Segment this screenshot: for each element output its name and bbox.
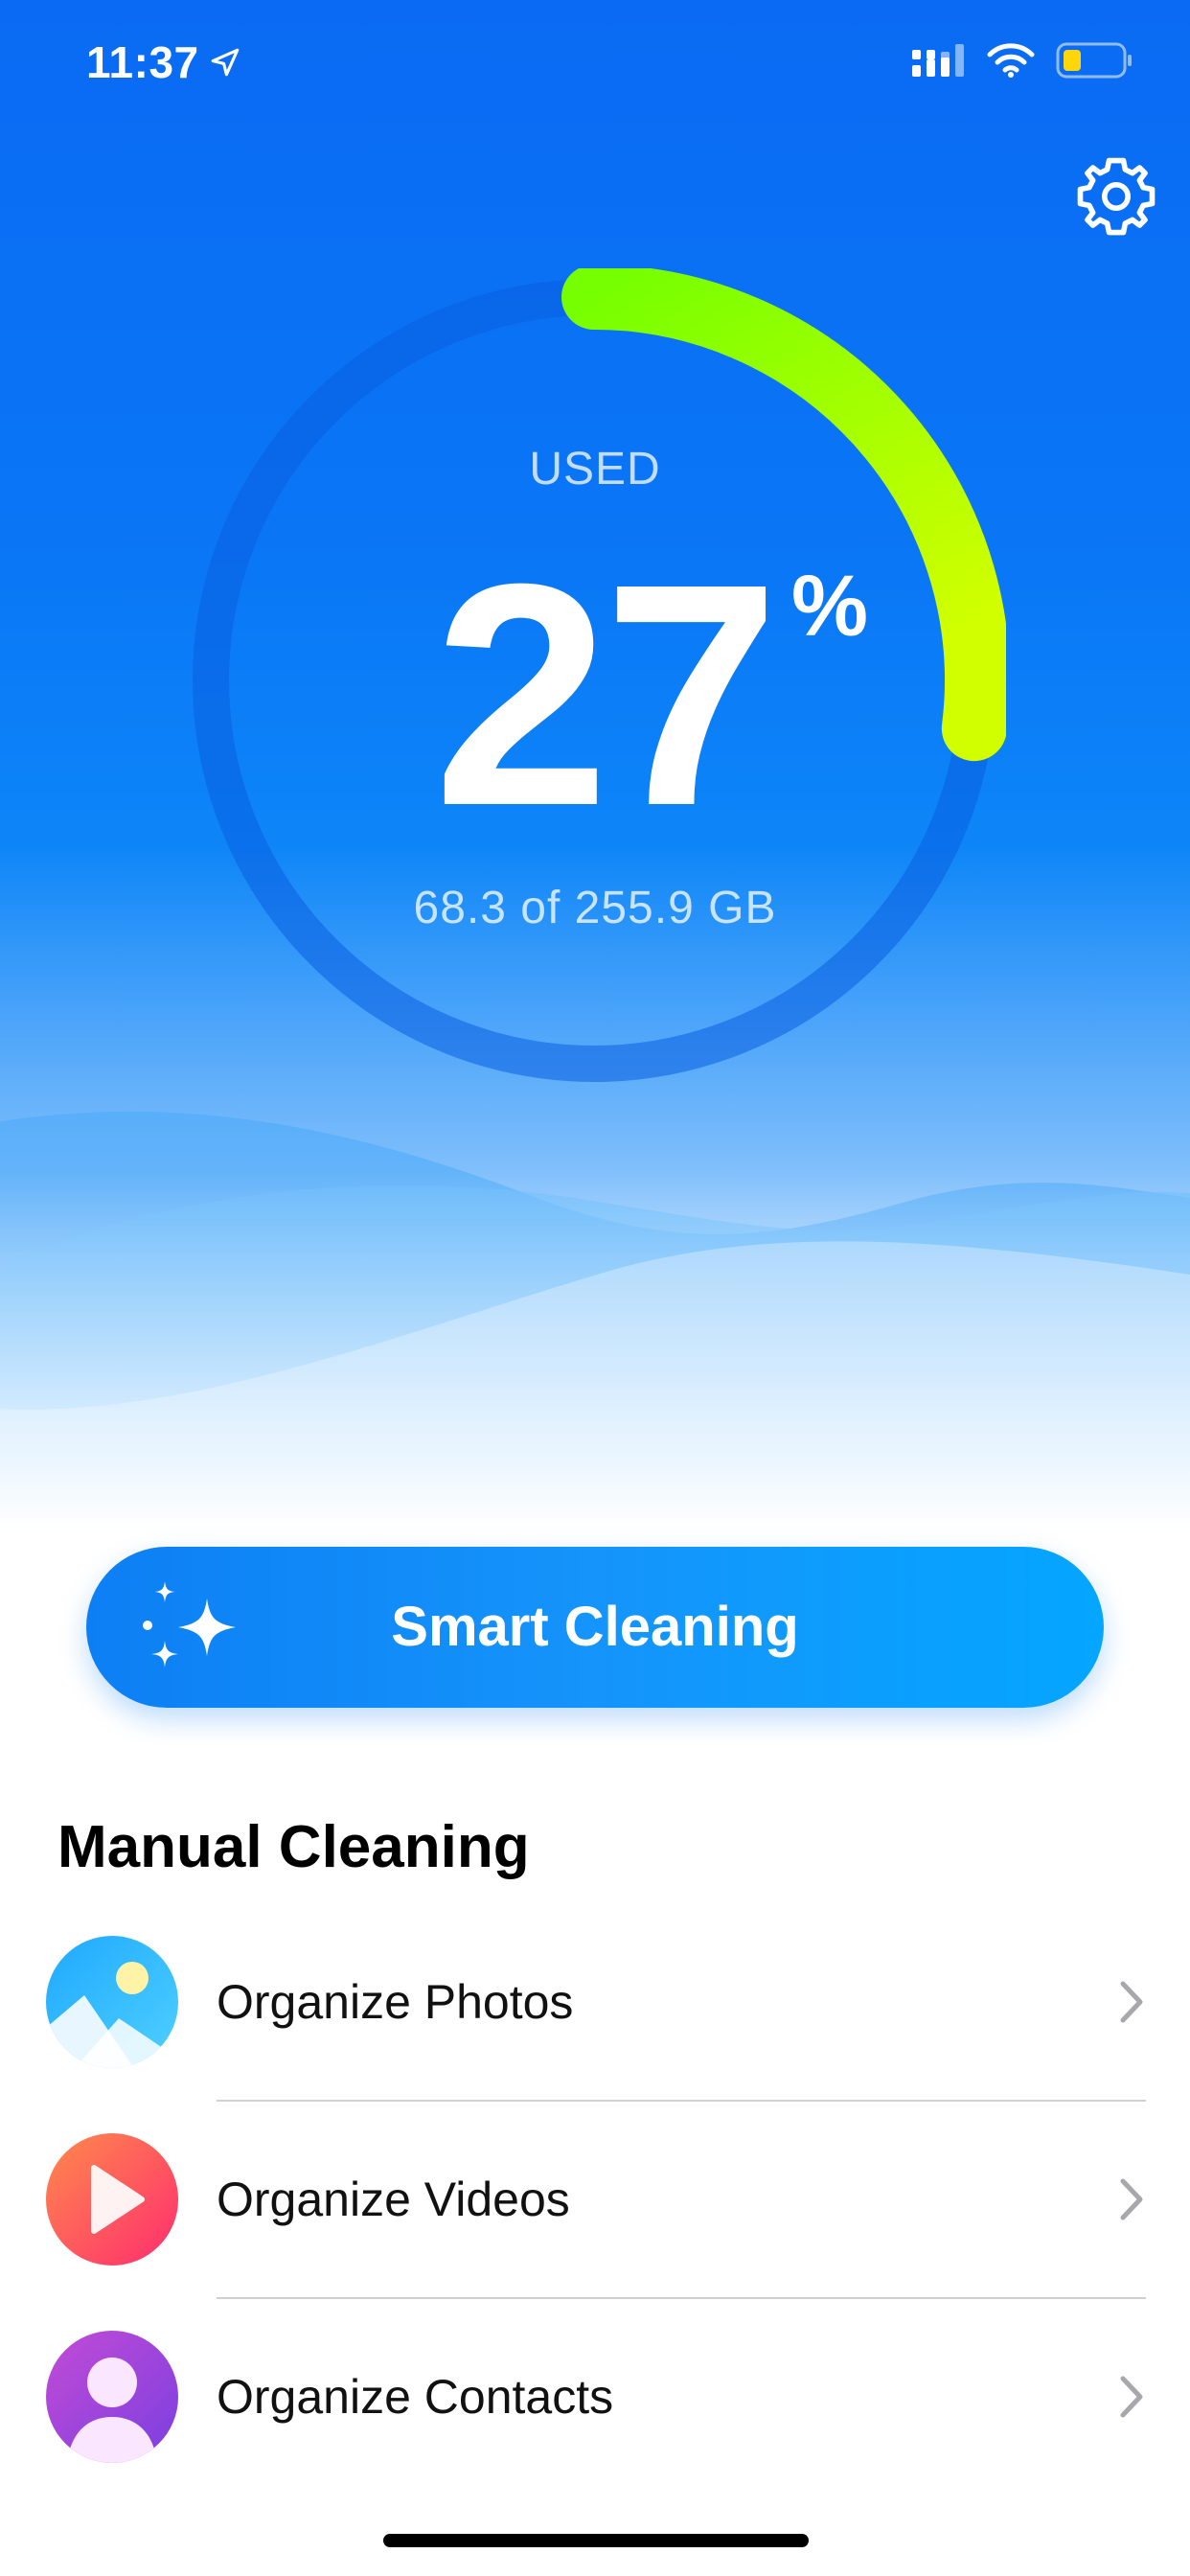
- chevron-right-icon: [1120, 2376, 1143, 2418]
- used-label: USED: [529, 444, 661, 494]
- wave-decoration: [0, 1111, 1190, 1533]
- status-indicators: [912, 42, 1133, 79]
- cellular-signal-icon: [912, 44, 964, 77]
- chevron-right-icon: [1120, 2178, 1143, 2220]
- organize-contacts-label: Organize Contacts: [217, 2370, 614, 2424]
- storage-usage-text: 68.3 of 255.9 GB: [413, 883, 777, 933]
- percent-sign: %: [791, 559, 869, 655]
- location-arrow-icon: [211, 48, 239, 77]
- home-indicator[interactable]: [383, 2534, 809, 2547]
- battery-icon: [1056, 42, 1132, 79]
- smart-cleaning-button[interactable]: Smart Cleaning: [86, 1547, 1104, 1708]
- chevron-right-icon: [1120, 1981, 1143, 2023]
- list-item-organize-photos[interactable]: Organize Photos: [0, 1903, 1190, 2101]
- used-percent-value: 27: [433, 518, 779, 871]
- smart-cleaning-label: Smart Cleaning: [391, 1596, 799, 1658]
- organize-photos-label: Organize Photos: [217, 1975, 574, 2029]
- photos-icon: [46, 1936, 178, 2068]
- organize-videos-label: Organize Videos: [217, 2173, 570, 2226]
- wifi-icon: [987, 43, 1035, 78]
- videos-icon: [46, 2133, 178, 2266]
- status-time-text: 11:37: [86, 37, 199, 87]
- contacts-icon: [46, 2331, 178, 2463]
- settings-gear-icon[interactable]: [1073, 153, 1159, 240]
- status-time: 11:37: [86, 36, 241, 88]
- list-item-organize-contacts[interactable]: Organize Contacts: [0, 2298, 1190, 2496]
- manual-cleaning-title: Manual Cleaning: [57, 1814, 530, 1880]
- list-item-organize-videos[interactable]: Organize Videos: [0, 2101, 1190, 2298]
